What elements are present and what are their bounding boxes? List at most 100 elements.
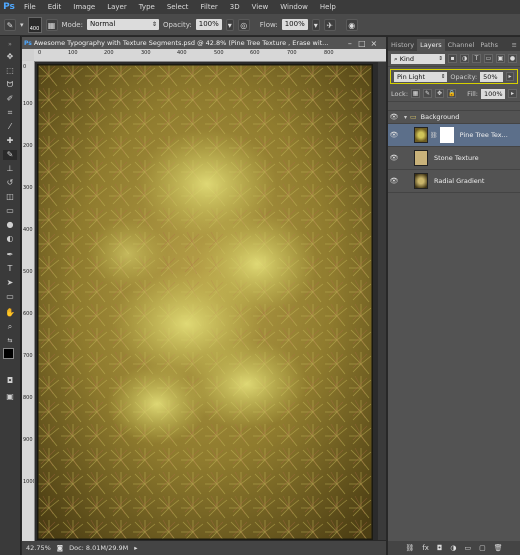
tab-layers[interactable]: Layers [417,39,445,51]
menu-type[interactable]: Type [133,0,161,14]
opacity-dropdown-icon[interactable]: ▸ [506,72,514,81]
tab-paths[interactable]: Paths [477,39,501,51]
adjustment-icon[interactable]: ◑ [450,544,456,552]
kind-filter-select[interactable]: ⌕ Kind ⇕ [391,53,445,64]
layer-row[interactable]: 👁 ⛓ Pine Tree Tex... [388,124,520,147]
blur-tool-icon[interactable]: ● [3,220,17,230]
eye-icon[interactable]: 👁 [388,131,400,139]
eye-icon[interactable]: 👁 [388,177,400,185]
document-tab[interactable]: Ps Awesome Typography with Texture Segme… [22,37,386,49]
ruler-corner[interactable] [22,49,34,61]
flow-field[interactable]: 100% [281,19,308,30]
menu-select[interactable]: Select [161,0,195,14]
opacity-dropdown-icon[interactable]: ▾ [225,18,234,31]
blend-mode-select[interactable]: Pin Light ⇕ [394,71,448,82]
zoom-level[interactable]: 42.75% [26,544,51,552]
menu-window[interactable]: Window [274,0,314,14]
flow-dropdown-icon[interactable]: ▾ [311,18,320,31]
canvas-area[interactable] [35,62,386,540]
brush-tool-icon[interactable]: ✎ [3,150,17,160]
menu-filter[interactable]: Filter [194,0,223,14]
zoom-tool-icon[interactable]: ⌕ [3,322,17,332]
minimize-icon[interactable]: – [344,39,356,48]
lasso-tool-icon[interactable]: ᗢ [3,80,17,90]
maximize-icon[interactable]: □ [356,39,368,48]
clone-stamp-tool-icon[interactable]: ⊥ [3,164,17,174]
quick-select-tool-icon[interactable]: ✐ [3,94,17,104]
lock-transparent-icon[interactable]: ▦ [411,89,421,98]
pine-tree-texture-image[interactable] [37,64,373,540]
flow-value: 100% [284,20,305,28]
mode-select[interactable]: Normal ⇕ [86,19,159,30]
pressure-size-icon[interactable]: ◉ [345,18,358,31]
eyedropper-tool-icon[interactable]: ⁄ [3,122,17,132]
tab-history[interactable]: History [388,39,417,51]
adjustment-filter-icon[interactable]: ◑ [460,54,469,63]
brush-tool-preset-icon[interactable]: ✎ [4,18,16,31]
close-icon[interactable]: × [368,39,380,48]
menu-edit[interactable]: Edit [42,0,68,14]
pen-tool-icon[interactable]: ✒ [3,250,17,260]
lock-image-icon[interactable]: ✎ [423,89,433,98]
menu-file[interactable]: File [18,0,42,14]
status-info-icon[interactable]: ◙ [57,544,63,552]
screen-mode-icon[interactable]: ▣ [3,392,17,402]
quick-mask-icon[interactable]: ◘ [3,376,17,386]
path-selection-tool-icon[interactable]: ➤ [3,278,17,288]
tab-channels[interactable]: Channel [445,39,478,51]
fx-icon[interactable]: fx [422,544,429,552]
dodge-tool-icon[interactable]: ◐ [3,234,17,244]
opacity-field[interactable]: 100% [195,19,222,30]
fill-field[interactable]: 100% [481,88,505,99]
group-expand-icon[interactable]: ▾ [404,114,407,121]
smart-object-filter-icon[interactable]: ▣ [496,54,505,63]
type-filter-icon[interactable]: T [472,54,481,63]
layer-opacity-field[interactable]: 50% [480,71,504,82]
eye-icon[interactable]: 👁 [388,154,400,162]
status-menu-icon[interactable]: ▸ [134,544,137,552]
menu-help[interactable]: Help [314,0,342,14]
layer-mask-thumbnail[interactable] [439,127,454,143]
airbrush-icon[interactable]: ✈ [323,18,336,31]
lock-all-icon[interactable]: 🔒 [447,89,457,98]
menu-view[interactable]: View [246,0,275,14]
menu-layer[interactable]: Layer [101,0,133,14]
trash-icon[interactable]: 🗑 [494,544,503,552]
menu-image[interactable]: Image [67,0,101,14]
brush-size-picker[interactable]: 400 [27,16,42,33]
eraser-tool-icon[interactable]: ◫ [3,192,17,202]
pressure-opacity-icon[interactable]: ◎ [237,18,250,31]
toolbar-collapse-icon[interactable]: » [3,40,17,50]
link-icon[interactable]: ⛓ [405,544,414,552]
shape-filter-icon[interactable]: ▭ [484,54,493,63]
menu-3d[interactable]: 3D [224,0,246,14]
pixel-filter-icon[interactable]: ▪ [448,54,457,63]
brush-panel-icon[interactable]: ▦ [45,18,58,31]
hand-tool-icon[interactable]: ✋ [3,308,17,318]
layer-group-background[interactable]: 👁 ▾ ▭ Background [388,111,520,124]
chain-link-icon[interactable]: ⛓ [430,132,438,139]
mask-icon[interactable]: ◘ [437,544,443,552]
healing-brush-tool-icon[interactable]: ✚ [3,136,17,146]
eye-icon[interactable]: 👁 [388,113,400,121]
layer-row[interactable]: 👁 Radial Gradient [388,170,520,193]
panel-menu-icon[interactable]: ≡ [509,39,520,51]
lock-position-icon[interactable]: ✥ [435,89,445,98]
folder-icon[interactable]: ▭ [465,544,472,552]
foreground-color-swatch[interactable] [3,348,14,359]
filter-toggle-icon[interactable]: ● [508,54,517,63]
shape-tool-icon[interactable]: ▭ [3,292,17,302]
marquee-tool-icon[interactable]: ⬚ [3,66,17,76]
preset-dropdown-icon[interactable]: ▾ [20,21,24,29]
color-swap-icon[interactable]: ⇆ [3,336,17,346]
fill-dropdown-icon[interactable]: ▸ [508,89,517,98]
crop-tool-icon[interactable]: ⌗ [3,108,17,118]
gradient-tool-icon[interactable]: ▭ [3,206,17,216]
layer-row[interactable]: 👁 Stone Texture [388,147,520,170]
new-layer-icon[interactable]: ▢ [479,544,486,552]
move-tool-icon[interactable]: ✥ [3,52,17,62]
lock-fill-row: Lock: ▦ ✎ ✥ 🔒 Fill: 100% ▸ [388,86,520,102]
vertical-scrollbar[interactable] [378,62,386,540]
type-tool-icon[interactable]: T [3,264,17,274]
history-brush-tool-icon[interactable]: ↺ [3,178,17,188]
